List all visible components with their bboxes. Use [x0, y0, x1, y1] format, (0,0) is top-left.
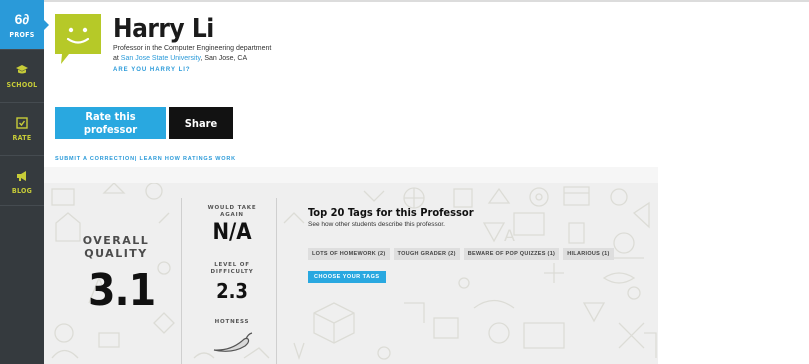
- overall-quality-label: OVERALL QUALITY: [82, 234, 150, 260]
- at-prefix: at: [113, 55, 121, 62]
- share-button[interactable]: Share: [169, 107, 233, 139]
- claim-profile-link[interactable]: ARE YOU HARRY LI?: [113, 67, 191, 73]
- rate-professor-button[interactable]: Rate this professor: [55, 107, 166, 139]
- correction-links: SUBMIT A CORRECTION| LEARN HOW RATINGS W…: [55, 156, 236, 162]
- active-nav-pointer: [44, 20, 49, 30]
- megaphone-icon: [0, 169, 44, 187]
- difficulty-value: 2.3: [216, 279, 248, 303]
- hotness-label: HOTNESS: [214, 319, 250, 325]
- tags-title: Top 20 Tags for this Professor: [308, 206, 474, 219]
- submit-correction-link[interactable]: SUBMIT A CORRECTION: [55, 156, 135, 162]
- professor-name: Harry Li: [113, 14, 214, 44]
- nav-blog-label: BLOG: [11, 187, 33, 195]
- chili-pepper-icon: [213, 332, 253, 352]
- tag-chip: HILARIOUS (1): [563, 248, 614, 260]
- would-take-again-value: N/A: [212, 220, 252, 245]
- sidebar-divider: [0, 205, 44, 206]
- nav-profs[interactable]: 6∂ PROFS: [0, 0, 44, 49]
- sidebar-divider: [0, 102, 44, 103]
- tag-chip: BEWARE OF POP QUIZZES (1): [463, 248, 560, 260]
- sidebar-divider: [0, 49, 44, 50]
- learn-ratings-link[interactable]: LEARN HOW RATINGS WORK: [140, 156, 236, 162]
- tags-subtitle: See how other students describe this pro…: [308, 221, 445, 228]
- nav-school-label: SCHOOL: [6, 81, 38, 89]
- would-take-again-label: WOULD TAKE AGAIN: [207, 205, 257, 218]
- choose-tags-button[interactable]: CHOOSE YOUR TAGS: [308, 271, 386, 283]
- glasses-icon: 6∂: [14, 11, 30, 27]
- nav-profs-label: PROFS: [9, 31, 35, 39]
- graduation-cap-icon: [0, 63, 44, 81]
- left-nav-sidebar: 6∂ PROFS SCHOOL RATE BLOG: [0, 0, 44, 364]
- top-border: [44, 0, 809, 2]
- nav-rate-label: RATE: [12, 134, 32, 142]
- school-link[interactable]: San Jose State University: [121, 55, 201, 62]
- nav-school[interactable]: SCHOOL: [0, 59, 44, 99]
- professor-avatar-icon: [55, 14, 101, 64]
- panel-divider: [181, 198, 182, 364]
- professor-title: Professor in the Computer Engineering de…: [113, 45, 272, 52]
- svg-text:A: A: [504, 226, 515, 245]
- panel-divider: [276, 198, 277, 364]
- panel-top-strip: [44, 167, 658, 183]
- tag-chip: LOTS OF HOMEWORK (2): [308, 248, 390, 260]
- checkbox-icon: [0, 116, 44, 134]
- tags-list: LOTS OF HOMEWORK (2) TOUGH GRADER (2) BE…: [308, 248, 614, 260]
- link-separator: |: [134, 156, 138, 162]
- tag-chip: TOUGH GRADER (2): [393, 248, 460, 260]
- nav-blog[interactable]: BLOG: [0, 165, 44, 205]
- school-location: , San Jose, CA: [200, 55, 248, 62]
- difficulty-label: LEVEL OF DIFFICULTY: [210, 262, 254, 275]
- ratings-panel: A OVERALL QUALITY 3.1 WOULD TAKE AGAIN N…: [44, 167, 658, 364]
- overall-quality-value: 3.1: [88, 265, 156, 316]
- sidebar-divider: [0, 155, 44, 156]
- nav-rate[interactable]: RATE: [0, 112, 44, 152]
- professor-school-line: at San Jose State University, San Jose, …: [113, 55, 247, 62]
